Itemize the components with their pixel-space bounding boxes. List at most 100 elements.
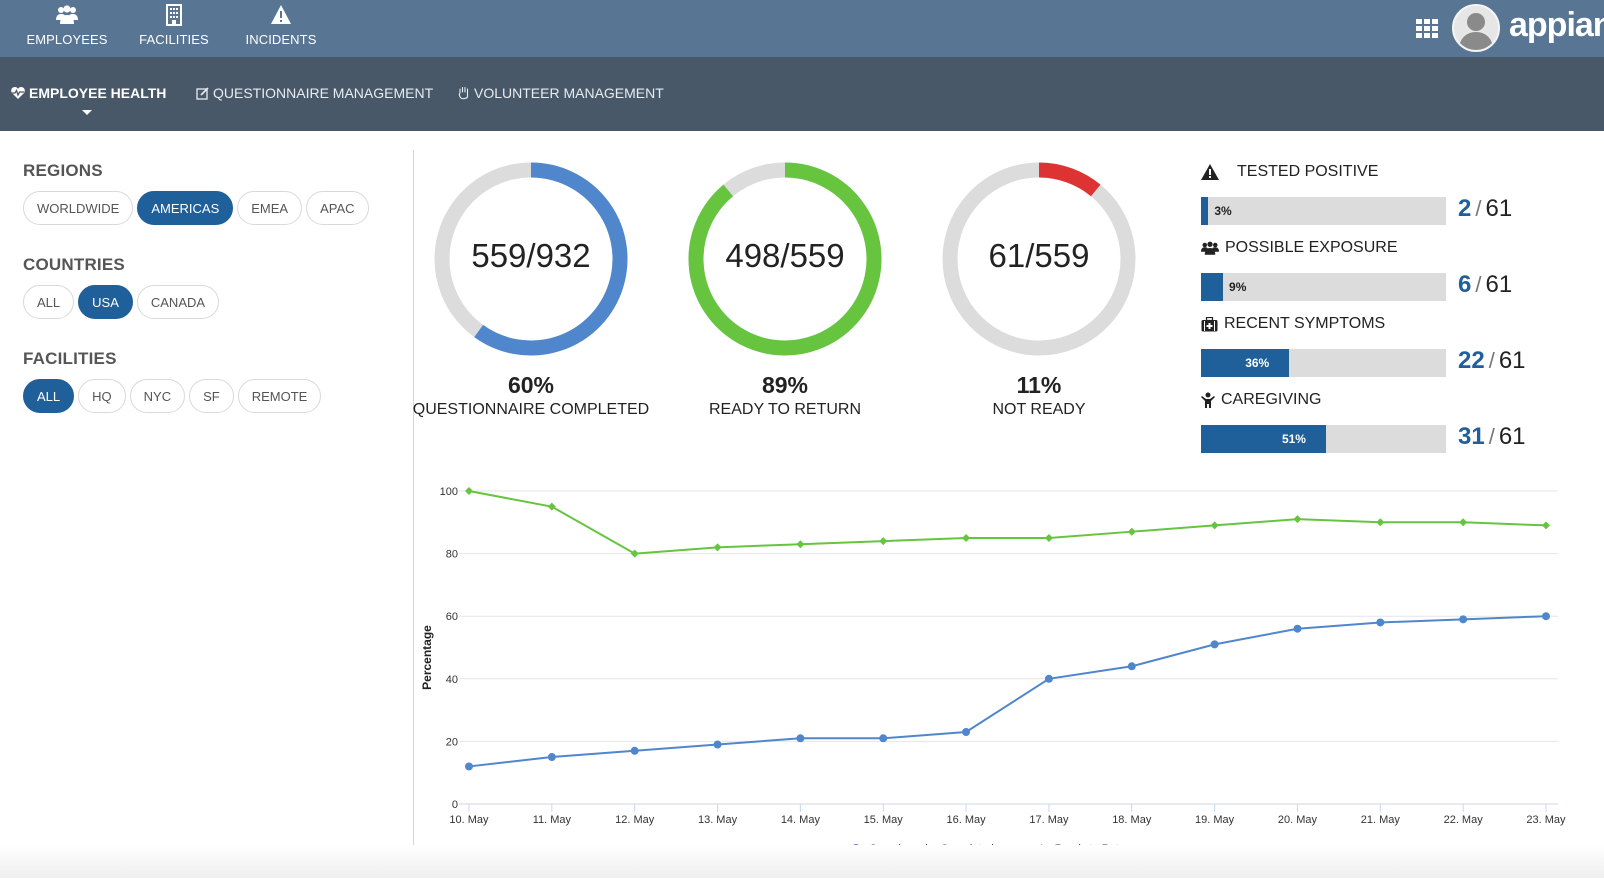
topnav-incidents[interactable]: INCIDENTS bbox=[231, 4, 331, 47]
facilities-title: FACILITIES bbox=[23, 349, 117, 368]
facility-all[interactable]: ALL bbox=[23, 379, 75, 413]
line-chart-svg: 0 20 40 60 80 100 Percentage 10. May 11. May 12. … bbox=[420, 486, 1566, 855]
stat-count-value: 31 bbox=[1458, 423, 1485, 450]
stat-possible-exposure: POSSIBLE EXPOSURE 9% 6/61 bbox=[1201, 238, 1581, 301]
data-point[interactable] bbox=[1210, 521, 1219, 530]
facility-nyc[interactable]: NYC bbox=[129, 379, 186, 413]
donut-not-ready: 61/559 11% NOT READY bbox=[935, 162, 1143, 418]
stat-title: POSSIBLE EXPOSURE bbox=[1225, 239, 1398, 256]
country-usa[interactable]: USA bbox=[78, 285, 133, 319]
stat-count: 22/61 bbox=[1458, 347, 1526, 374]
region-worldwide[interactable]: WORLDWIDE bbox=[23, 191, 134, 225]
y-tick-label: 60 bbox=[446, 611, 458, 623]
x-tick-label: 14. May bbox=[781, 814, 821, 826]
x-tick-label: 17. May bbox=[1029, 814, 1069, 826]
stat-progress-bar: 9% bbox=[1201, 273, 1446, 301]
x-tick-label: 16. May bbox=[947, 814, 987, 826]
data-point[interactable] bbox=[547, 753, 556, 762]
data-point[interactable] bbox=[1376, 518, 1385, 527]
data-point[interactable] bbox=[1293, 624, 1302, 633]
data-point[interactable] bbox=[879, 537, 888, 546]
facilities-filter: ALL HQ NYC SF REMOTE bbox=[23, 379, 322, 413]
data-point[interactable] bbox=[962, 728, 971, 737]
donut-caption: NOT READY bbox=[992, 401, 1086, 418]
data-point[interactable] bbox=[1459, 615, 1468, 624]
facility-remote[interactable]: REMOTE bbox=[237, 379, 322, 413]
data-point[interactable] bbox=[630, 549, 639, 558]
y-tick-label: 40 bbox=[446, 674, 458, 686]
countries-title: COUNTRIES bbox=[23, 255, 125, 274]
facility-hq[interactable]: HQ bbox=[78, 379, 126, 413]
x-tick-label: 22. May bbox=[1444, 814, 1484, 826]
x-tick-label: 19. May bbox=[1195, 814, 1235, 826]
stat-count-total: 61 bbox=[1498, 423, 1526, 450]
warning-icon bbox=[231, 4, 331, 28]
topnav-incidents-label: INCIDENTS bbox=[245, 32, 317, 47]
stat-progress-bar: 3% bbox=[1201, 197, 1446, 225]
data-point[interactable] bbox=[879, 734, 888, 743]
donut-arc bbox=[1038, 162, 1101, 197]
country-all[interactable]: ALL bbox=[23, 285, 75, 319]
users-icon bbox=[17, 4, 117, 28]
region-apac[interactable]: APAC bbox=[306, 191, 369, 225]
countries-filter: ALL USA CANADA bbox=[23, 285, 220, 319]
data-point[interactable] bbox=[1127, 662, 1136, 671]
data-point[interactable] bbox=[465, 487, 473, 495]
data-point[interactable] bbox=[1044, 674, 1053, 683]
y-tick-label: 100 bbox=[440, 486, 458, 498]
stat-percent-label: 9% bbox=[1229, 280, 1247, 294]
tab-volunteer-management[interactable]: VOLUNTEER MANAGEMENT bbox=[458, 85, 664, 101]
topnav-facilities[interactable]: FACILITIES bbox=[124, 4, 224, 47]
stat-count-value: 6 bbox=[1458, 271, 1472, 298]
data-point[interactable] bbox=[1210, 640, 1219, 649]
donut-questionnaire-completed: 559/932 60% QUESTIONNAIRE COMPLETED bbox=[413, 162, 649, 418]
stat-caregiving: CAREGIVING 51% 31/61 bbox=[1201, 390, 1581, 453]
apps-grid-icon[interactable] bbox=[1416, 19, 1438, 38]
data-point[interactable] bbox=[630, 746, 639, 755]
stat-title: TESTED POSITIVE bbox=[1237, 163, 1379, 180]
data-point[interactable] bbox=[1293, 515, 1302, 524]
stat-count-total: 61 bbox=[1485, 195, 1513, 222]
data-point[interactable] bbox=[1127, 527, 1136, 536]
data-point[interactable] bbox=[465, 762, 473, 771]
tab-questionnaire-management[interactable]: QUESTIONNAIRE MANAGEMENT bbox=[196, 85, 433, 101]
donut-percent: 11% bbox=[1016, 372, 1062, 398]
hand-icon bbox=[458, 86, 469, 100]
data-point[interactable] bbox=[1376, 618, 1385, 627]
data-point[interactable] bbox=[547, 502, 556, 511]
x-tick-label: 18. May bbox=[1112, 814, 1152, 826]
data-point[interactable] bbox=[796, 734, 805, 743]
stat-count-total: 61 bbox=[1485, 271, 1513, 298]
x-tick-label: 11. May bbox=[533, 814, 572, 826]
data-point[interactable] bbox=[713, 740, 722, 749]
series-line bbox=[468, 490, 1547, 555]
topnav-employees[interactable]: EMPLOYEES bbox=[17, 4, 117, 47]
data-point[interactable] bbox=[962, 533, 971, 542]
data-point[interactable] bbox=[1542, 521, 1550, 530]
users-icon bbox=[1201, 241, 1219, 255]
active-tab-caret-icon bbox=[82, 110, 92, 115]
country-canada[interactable]: CANADA bbox=[136, 285, 220, 319]
tab-questionnaire-management-label: QUESTIONNAIRE MANAGEMENT bbox=[213, 85, 434, 101]
building-icon bbox=[124, 4, 224, 28]
stat-percent-label: 3% bbox=[1214, 204, 1232, 218]
tab-employee-health[interactable]: EMPLOYEE HEALTH bbox=[11, 85, 166, 101]
x-tick-label: 12. May bbox=[615, 814, 655, 826]
data-point[interactable] bbox=[1044, 533, 1053, 542]
appian-logo[interactable]: appian bbox=[1509, 6, 1604, 45]
warning-icon bbox=[1201, 164, 1219, 180]
data-point[interactable] bbox=[796, 540, 805, 549]
stat-title: CAREGIVING bbox=[1221, 391, 1322, 408]
stat-tested-positive: TESTED POSITIVE 3% 2/61 bbox=[1201, 162, 1581, 225]
user-silhouette-icon bbox=[1459, 13, 1493, 50]
donut-value: 559/932 bbox=[471, 237, 591, 274]
data-point[interactable] bbox=[1542, 612, 1550, 621]
data-point[interactable] bbox=[713, 543, 722, 552]
topnav-facilities-label: FACILITIES bbox=[139, 32, 209, 47]
donut-percent: 89% bbox=[761, 372, 809, 398]
user-avatar[interactable] bbox=[1452, 4, 1500, 52]
region-emea[interactable]: EMEA bbox=[237, 191, 303, 225]
facility-sf[interactable]: SF bbox=[189, 379, 234, 413]
data-point[interactable] bbox=[1459, 518, 1468, 527]
region-americas[interactable]: AMERICAS bbox=[137, 191, 234, 225]
